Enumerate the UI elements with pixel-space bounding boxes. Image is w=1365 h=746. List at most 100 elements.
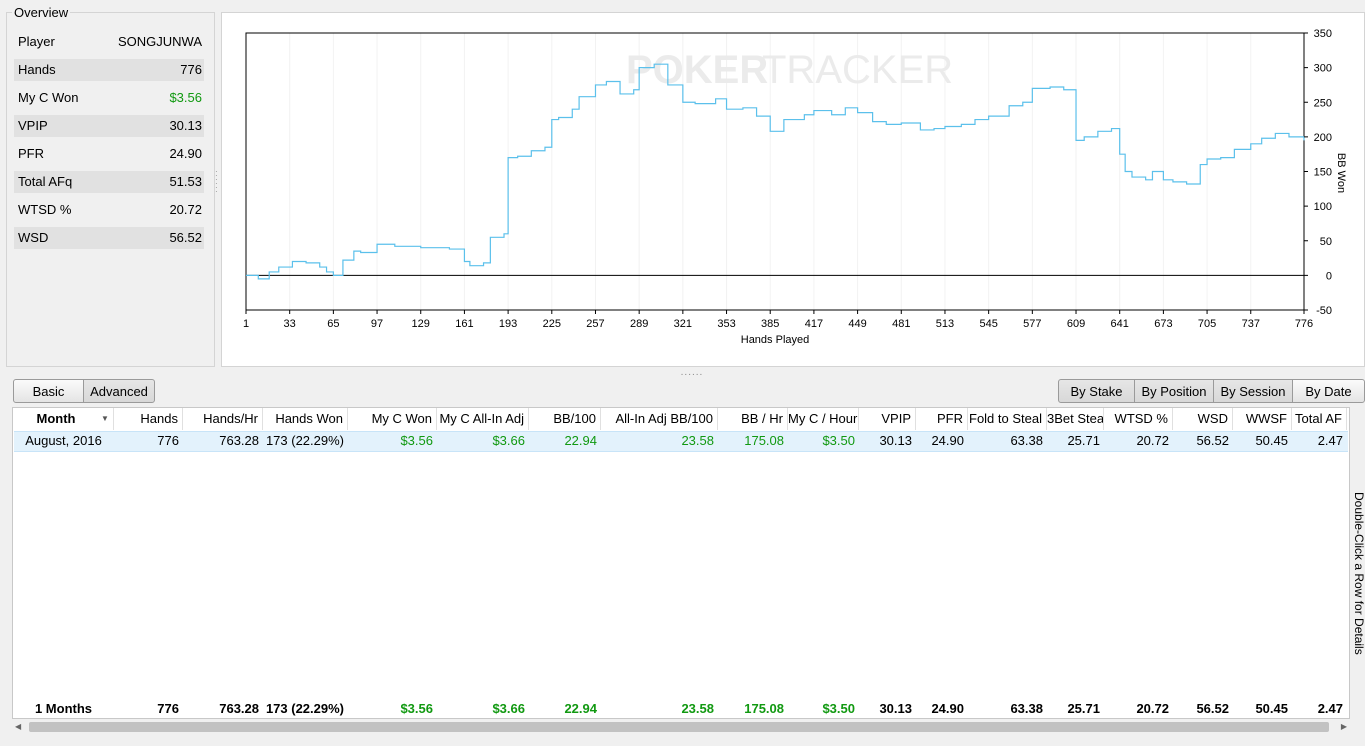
y-tick-label: -50: [1316, 305, 1332, 317]
horizontal-splitter-handle[interactable]: ......: [672, 368, 712, 378]
x-tick-label: 705: [1198, 318, 1216, 330]
horizontal-scrollbar[interactable]: ◀ ▶: [12, 719, 1350, 735]
x-tick-label: 1: [243, 318, 249, 330]
table-footer-cell: $3.56: [400, 701, 433, 716]
x-tick-label: 289: [630, 318, 648, 330]
overview-row-label: WTSD %: [18, 202, 72, 217]
scroll-left-icon[interactable]: ◀: [15, 722, 21, 731]
tab-advanced[interactable]: Advanced: [83, 379, 155, 403]
table-footer-cell: 24.90: [931, 701, 964, 716]
table-cell: 2.47: [1317, 433, 1343, 448]
table-cell: 175.08: [744, 433, 784, 448]
table-footer-cell: 20.72: [1136, 701, 1169, 716]
column-header-wsd[interactable]: WSD: [1173, 408, 1233, 430]
overview-row-label: WSD: [18, 230, 49, 245]
table-footer-cell: 23.58: [681, 701, 714, 716]
x-tick-label: 321: [674, 318, 692, 330]
overview-row-total-afq: Total AFq 51.53: [14, 171, 204, 193]
sort-desc-icon[interactable]: ▼: [101, 414, 109, 423]
y-tick-label: 150: [1314, 167, 1332, 179]
column-header-month[interactable]: Month: [13, 408, 114, 430]
overview-row-player: Player SONGJUNWA: [14, 31, 204, 53]
x-tick-label: 33: [284, 318, 296, 330]
table-cell: 56.52: [1196, 433, 1229, 448]
tab-by-position[interactable]: By Position: [1134, 379, 1214, 403]
table-footer-cell: 173 (22.29%): [265, 701, 344, 716]
overview-row-value: $3.56: [169, 90, 202, 105]
overview-row-vpip: VPIP 30.13: [14, 115, 204, 137]
table-cell: 24.90: [931, 433, 964, 448]
x-tick-label: 129: [412, 318, 430, 330]
x-tick-label: 776: [1295, 318, 1313, 330]
overview-row-value: 20.72: [169, 202, 202, 217]
x-tick-label: 481: [892, 318, 910, 330]
overview-row-pfr: PFR 24.90: [14, 143, 204, 165]
column-header-hands[interactable]: Hands: [114, 408, 183, 430]
y-tick-label: 250: [1314, 97, 1332, 109]
chart-panel: POKER TRACKER 1 33 65 97 129 161 193 225 257 289 321…: [221, 12, 1365, 367]
column-header-my-c-all-in-adj[interactable]: My C All-In Adj: [437, 408, 529, 430]
overview-title: Overview: [12, 5, 71, 20]
y-tick-label: 350: [1314, 28, 1332, 40]
column-header-all-in-adj-bb-100[interactable]: All-In Adj BB/100: [601, 408, 718, 430]
y-tick-label: 200: [1314, 132, 1332, 144]
column-header-3bet-steal[interactable]: 3Bet Steal: [1047, 408, 1104, 430]
overview-row-value: 30.13: [169, 118, 202, 133]
column-header-hands-won[interactable]: Hands Won: [263, 408, 348, 430]
table-cell: 763.28: [219, 433, 259, 448]
y-tick-label: 0: [1326, 270, 1332, 282]
column-header-bb-100[interactable]: BB/100: [529, 408, 601, 430]
overview-row-wsd: WSD 56.52: [14, 227, 204, 249]
table-cell: 63.38: [1010, 433, 1043, 448]
overview-row-value: 51.53: [169, 174, 202, 189]
tab-by-stake[interactable]: By Stake: [1058, 379, 1135, 403]
y-axis-label: BB Won: [1335, 153, 1347, 193]
column-header-my-c-hour[interactable]: My C / Hour: [788, 408, 859, 430]
x-tick-label: 97: [371, 318, 383, 330]
tab-by-date[interactable]: By Date: [1292, 379, 1365, 403]
column-header-vpip[interactable]: VPIP: [859, 408, 916, 430]
overview-row-value: 776: [180, 62, 202, 77]
x-tick-label: 257: [586, 318, 604, 330]
tab-by-session[interactable]: By Session: [1213, 379, 1293, 403]
x-tick-label: 545: [979, 318, 997, 330]
table-footer-cell: $3.50: [822, 701, 855, 716]
y-tick-label: 300: [1314, 63, 1332, 75]
x-tick-label: 385: [761, 318, 779, 330]
table-cell: 20.72: [1136, 433, 1169, 448]
tab-basic[interactable]: Basic: [13, 379, 84, 403]
table-cell: 30.13: [879, 433, 912, 448]
column-header-total-af[interactable]: Total AF: [1292, 408, 1347, 430]
column-header-my-c-won[interactable]: My C Won: [348, 408, 437, 430]
column-header-fold-to-steal[interactable]: Fold to Steal: [968, 408, 1047, 430]
table-cell: 25.71: [1067, 433, 1100, 448]
x-tick-label: 353: [717, 318, 735, 330]
column-header-wtsd[interactable]: WTSD %: [1104, 408, 1173, 430]
table-footer-cell: 1 Months: [34, 701, 93, 716]
series-line: [246, 63, 1305, 280]
table-cell: 50.45: [1255, 433, 1288, 448]
x-tick-label: 161: [455, 318, 473, 330]
scroll-right-icon[interactable]: ▶: [1341, 722, 1347, 731]
x-tick-label: 65: [327, 318, 339, 330]
column-header-hands-hr[interactable]: Hands/Hr: [183, 408, 263, 430]
x-tick-label: 737: [1242, 318, 1260, 330]
x-axis-label: Hands Played: [741, 334, 810, 346]
table-footer-cell: 30.13: [879, 701, 912, 716]
x-tick-label: 449: [848, 318, 866, 330]
scrollbar-thumb[interactable]: [29, 722, 1329, 732]
overview-row-label: PFR: [18, 146, 44, 161]
column-header-wwsf[interactable]: WWSF: [1233, 408, 1292, 430]
overview-row-value: 56.52: [169, 230, 202, 245]
x-tick-label: 609: [1067, 318, 1085, 330]
column-header-pfr[interactable]: PFR: [916, 408, 968, 430]
table-cell: $3.66: [492, 433, 525, 448]
column-header-bb-hr[interactable]: BB / Hr: [718, 408, 788, 430]
table-cell: 173 (22.29%): [265, 433, 344, 448]
overview-row-hands: Hands 776: [14, 59, 204, 81]
overview-row-label: Total AFq: [18, 174, 73, 189]
table-cell: 23.58: [681, 433, 714, 448]
vertical-splitter-handle[interactable]: · · · · · ·: [215, 168, 219, 200]
x-tick-label: 225: [543, 318, 561, 330]
overview-row-wtsd: WTSD % 20.72: [14, 199, 204, 221]
